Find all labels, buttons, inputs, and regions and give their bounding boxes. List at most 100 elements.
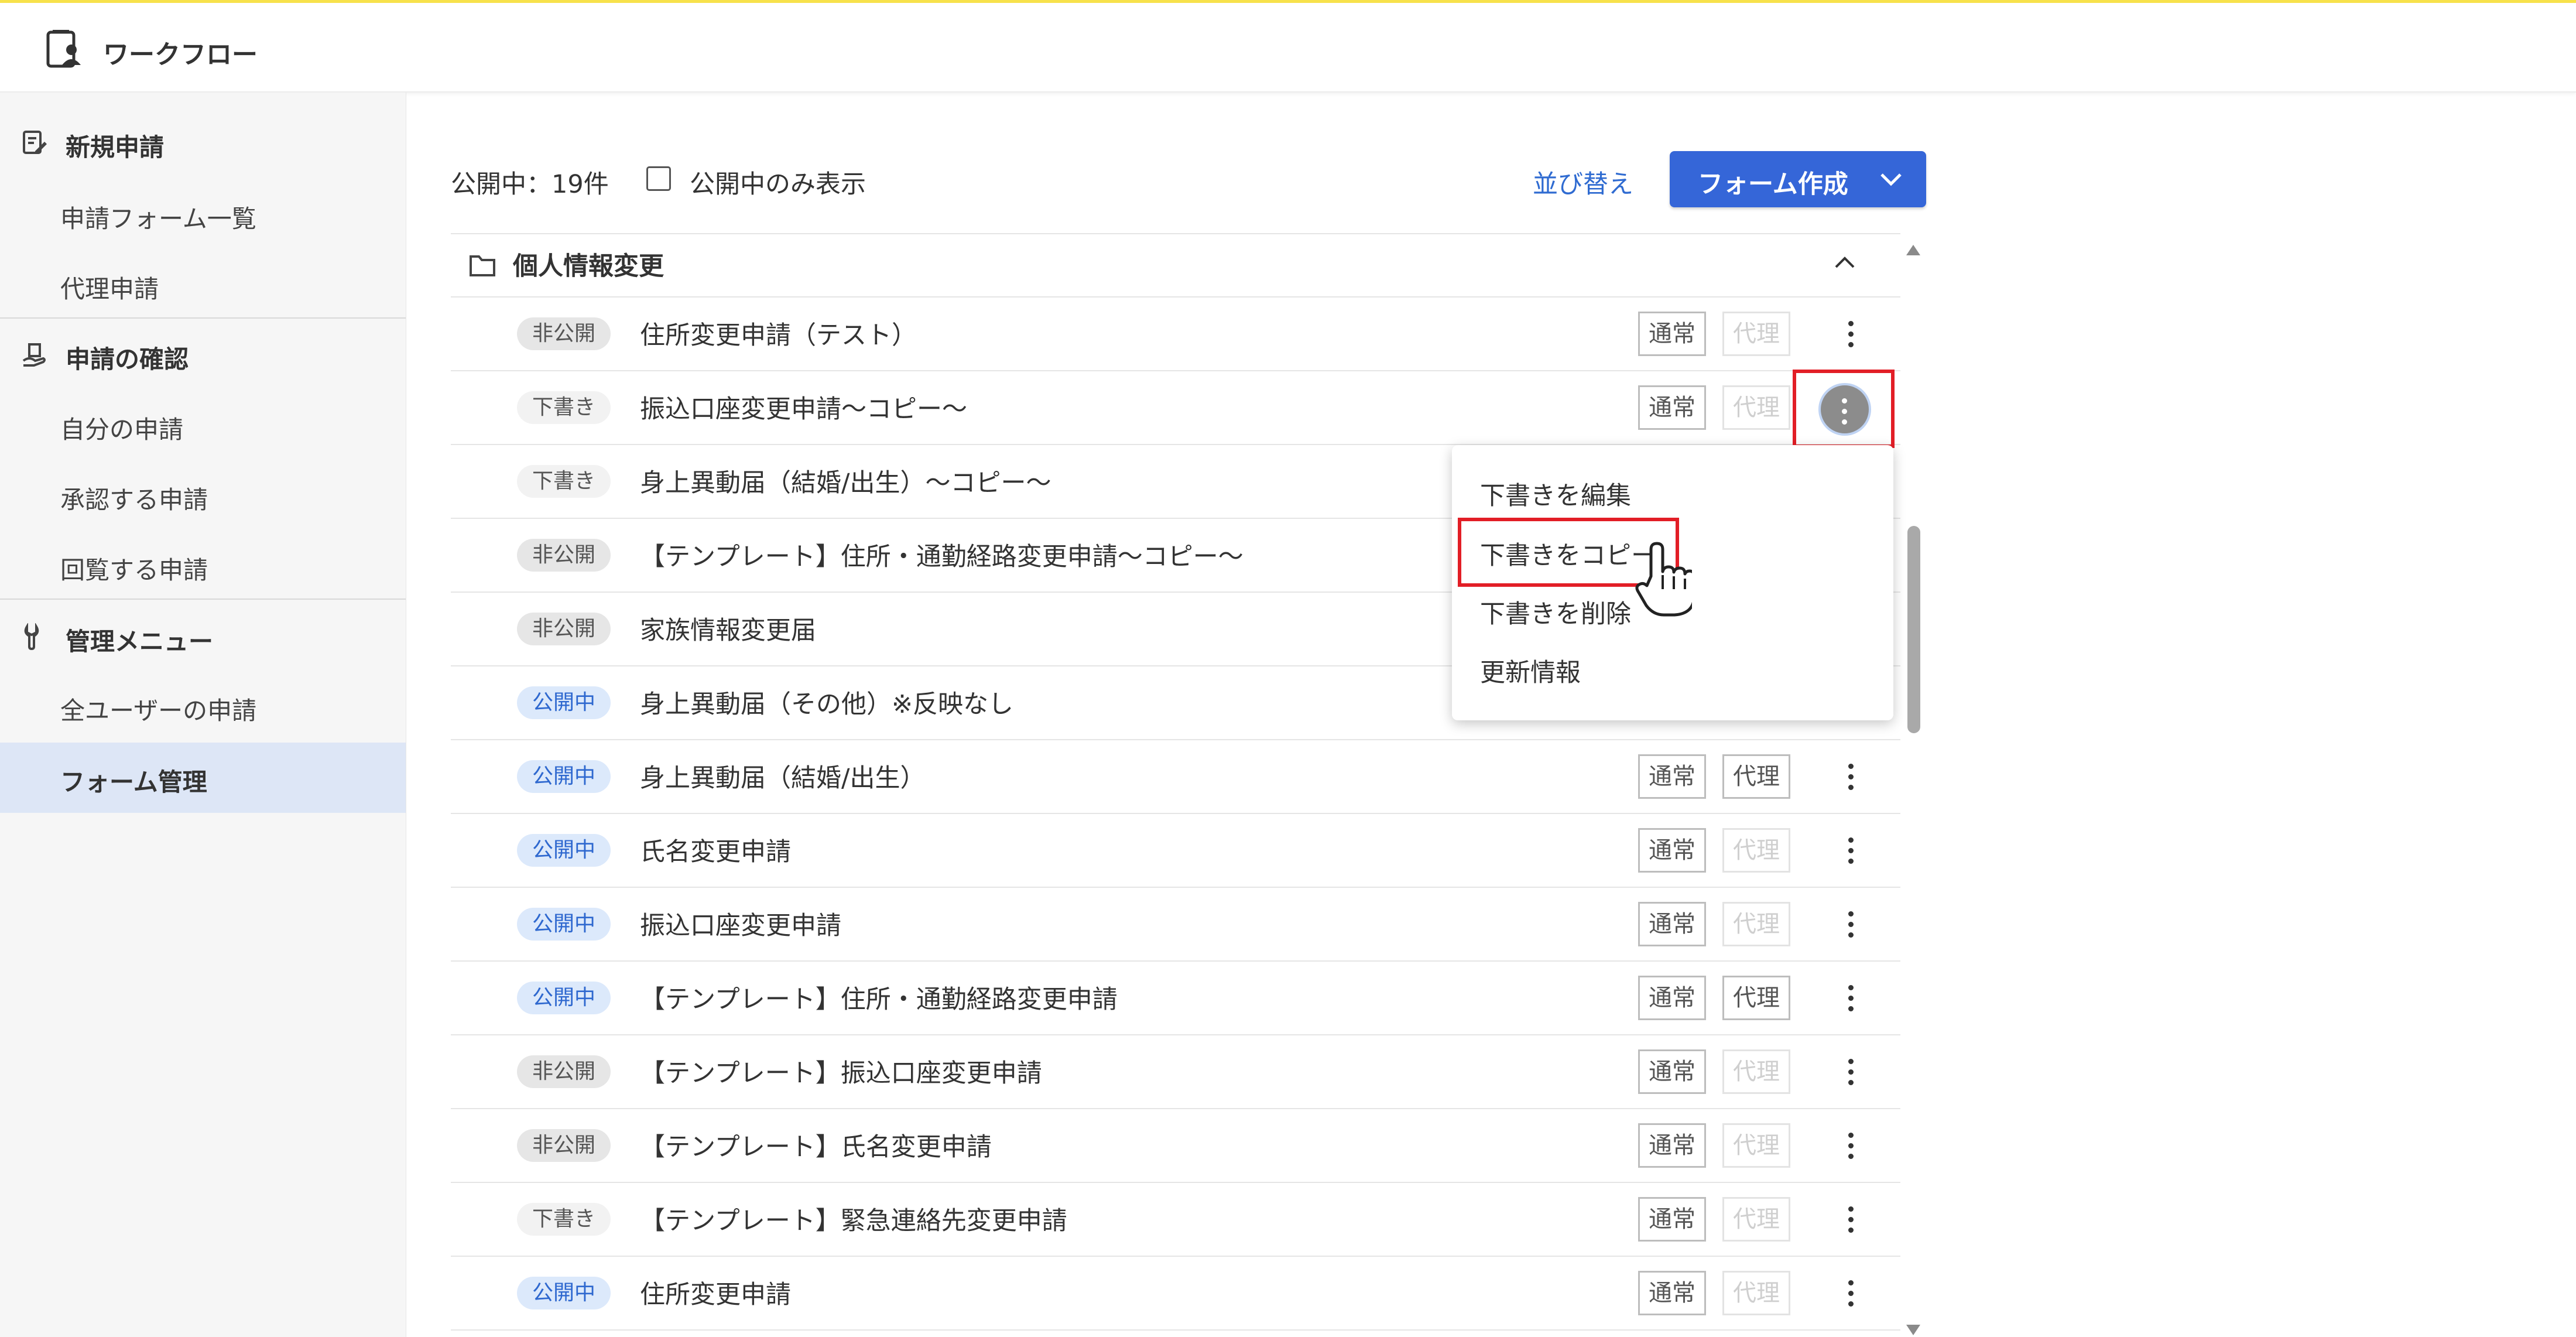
normal-application-tag[interactable]: 通常 — [1638, 1123, 1706, 1168]
form-title[interactable]: 住所変更申請（テスト） — [640, 315, 917, 351]
more-options-icon[interactable] — [1830, 1199, 1871, 1240]
sidebar-item-approve-applications[interactable]: 承認する申請 — [0, 463, 406, 527]
kebab-dot — [1848, 764, 1854, 769]
table-row[interactable]: 非公開 【テンプレート】振込口座変更申請 通常 代理 — [451, 1035, 1900, 1109]
kebab-dot — [1848, 774, 1854, 779]
normal-application-tag[interactable]: 通常 — [1638, 754, 1706, 799]
kebab-dot — [1848, 1206, 1854, 1212]
normal-application-tag[interactable]: 通常 — [1638, 976, 1706, 1020]
published-only-label[interactable]: 公開中のみ表示 — [690, 164, 866, 200]
form-title[interactable]: 【テンプレート】振込口座変更申請 — [640, 1053, 1042, 1089]
more-options-icon[interactable] — [1830, 904, 1871, 945]
menu-item-copy-draft[interactable]: 下書きをコピー — [1480, 535, 1656, 572]
form-title[interactable]: 氏名変更申請 — [640, 832, 791, 868]
status-badge: 下書き — [517, 465, 611, 498]
edit-document-icon — [23, 131, 47, 154]
form-title[interactable]: 振込口座変更申請 — [640, 905, 841, 942]
more-options-icon[interactable] — [1830, 1052, 1871, 1093]
chevron-up-icon[interactable] — [1830, 251, 1859, 274]
proxy-application-tag[interactable]: 代理 — [1722, 312, 1790, 356]
sidebar-divider — [0, 599, 406, 600]
table-row[interactable]: 公開中 身上異動届（結婚/出生） 通常 代理 — [451, 740, 1900, 814]
more-options-icon[interactable] — [1830, 314, 1871, 355]
proxy-application-tag[interactable]: 代理 — [1722, 902, 1790, 946]
normal-application-tag[interactable]: 通常 — [1638, 1271, 1706, 1315]
table-row[interactable]: 下書き 【テンプレート】緊急連絡先変更申請 通常 代理 — [451, 1183, 1900, 1257]
form-title[interactable]: 家族情報変更届 — [640, 610, 816, 647]
kebab-dot — [1848, 1143, 1854, 1148]
form-title[interactable]: 【テンプレート】緊急連絡先変更申請 — [640, 1201, 1067, 1237]
normal-application-tag[interactable]: 通常 — [1638, 1049, 1706, 1094]
normal-application-tag[interactable]: 通常 — [1638, 828, 1706, 873]
proxy-application-tag[interactable]: 代理 — [1722, 828, 1790, 873]
menu-item-delete-draft[interactable]: 下書きを削除 — [1480, 594, 1631, 630]
proxy-application-tag[interactable]: 代理 — [1722, 1271, 1790, 1315]
form-title[interactable]: 【テンプレート】住所・通勤経路変更申請 — [640, 979, 1118, 1015]
status-badge: 非公開 — [517, 1129, 611, 1162]
sidebar-item-form-management[interactable]: フォーム管理 — [0, 743, 406, 813]
kebab-dot — [1848, 922, 1854, 927]
proxy-application-tag[interactable]: 代理 — [1722, 1197, 1790, 1242]
normal-application-tag[interactable]: 通常 — [1638, 385, 1706, 430]
menu-item-update-info[interactable]: 更新情報 — [1480, 652, 1581, 689]
sidebar-item-my-applications[interactable]: 自分の申請 — [0, 392, 406, 457]
proxy-application-tag[interactable]: 代理 — [1722, 754, 1790, 799]
sidebar-item-all-user-applications[interactable]: 全ユーザーの申請 — [0, 673, 406, 738]
menu-item-edit-draft[interactable]: 下書きを編集 — [1480, 476, 1631, 512]
status-badge: 非公開 — [517, 1055, 611, 1088]
sidebar-section-label: 新規申請 — [66, 133, 165, 162]
proxy-application-tag[interactable]: 代理 — [1722, 976, 1790, 1020]
sidebar-item-label: 申請フォーム一覧 — [60, 204, 256, 233]
form-title[interactable]: 身上異動届（結婚/出生） — [640, 758, 926, 794]
kebab-dot — [1848, 331, 1854, 337]
kebab-dot — [1848, 1301, 1854, 1307]
sidebar-item-circulation-applications[interactable]: 回覧する申請 — [0, 533, 406, 597]
sidebar-item-proxy-application[interactable]: 代理申請 — [0, 252, 406, 316]
form-title[interactable]: 身上異動届（結婚/出生）～コピー～ — [640, 463, 1051, 499]
wrench-icon — [24, 623, 39, 650]
table-row[interactable]: 公開中 【テンプレート】住所・通勤経路変更申請 通常 代理 — [451, 962, 1900, 1035]
normal-application-tag[interactable]: 通常 — [1638, 1197, 1706, 1242]
kebab-dot — [1848, 1069, 1854, 1075]
more-options-icon[interactable] — [1830, 1126, 1871, 1167]
form-title[interactable]: 【テンプレート】住所・通勤経路変更申請～コピー～ — [640, 536, 1244, 573]
kebab-dot — [1848, 837, 1854, 843]
table-row[interactable]: 公開中 住所変更申請 通常 代理 — [451, 1257, 1900, 1331]
proxy-application-tag[interactable]: 代理 — [1722, 1123, 1790, 1168]
sort-button[interactable]: 並び替え — [1533, 164, 1633, 200]
proxy-application-tag[interactable]: 代理 — [1722, 1049, 1790, 1094]
scroll-down-arrow[interactable] — [1904, 1322, 1923, 1337]
create-form-label: フォーム作成 — [1698, 170, 1848, 199]
kebab-dot — [1848, 859, 1854, 864]
normal-application-tag[interactable]: 通常 — [1638, 312, 1706, 356]
more-options-icon[interactable] — [1818, 383, 1871, 436]
create-form-button[interactable]: フォーム作成 — [1670, 151, 1926, 207]
table-row[interactable]: 下書き 振込口座変更申請～コピー～ 通常 代理 — [451, 371, 1900, 445]
status-badge: 公開中 — [517, 760, 611, 793]
scrollbar-thumb[interactable] — [1907, 526, 1920, 733]
more-options-icon[interactable] — [1830, 1273, 1871, 1314]
table-row[interactable]: 公開中 氏名変更申請 通常 代理 — [451, 814, 1900, 888]
kebab-dot — [1848, 911, 1854, 917]
normal-application-tag[interactable]: 通常 — [1638, 902, 1706, 946]
more-options-icon[interactable] — [1830, 830, 1871, 871]
table-row[interactable]: 公開中 振込口座変更申請 通常 代理 — [451, 888, 1900, 962]
table-row[interactable]: 非公開 【テンプレート】氏名変更申請 通常 代理 — [451, 1109, 1900, 1183]
kebab-dot — [1848, 1291, 1854, 1296]
sidebar-item-form-list[interactable]: 申請フォーム一覧 — [0, 182, 406, 246]
published-only-checkbox[interactable] — [646, 166, 671, 191]
sidebar-item-label: 全ユーザーの申請 — [60, 696, 257, 725]
form-title[interactable]: 身上異動届（その他）※反映なし — [640, 684, 1013, 720]
status-badge: 下書き — [517, 391, 611, 424]
form-title[interactable]: 【テンプレート】氏名変更申請 — [640, 1127, 992, 1163]
scroll-up-arrow[interactable] — [1904, 241, 1923, 259]
kebab-dot — [1848, 996, 1854, 1001]
form-title[interactable]: 振込口座変更申請～コピー～ — [640, 389, 967, 425]
more-options-icon[interactable] — [1830, 757, 1871, 798]
status-badge: 公開中 — [517, 834, 611, 867]
proxy-application-tag[interactable]: 代理 — [1722, 385, 1790, 430]
more-options-icon[interactable] — [1830, 978, 1871, 1019]
kebab-dot — [1848, 1059, 1854, 1064]
form-title[interactable]: 住所変更申請 — [640, 1274, 791, 1311]
table-row[interactable]: 非公開 住所変更申請（テスト） 通常 代理 — [451, 298, 1900, 371]
